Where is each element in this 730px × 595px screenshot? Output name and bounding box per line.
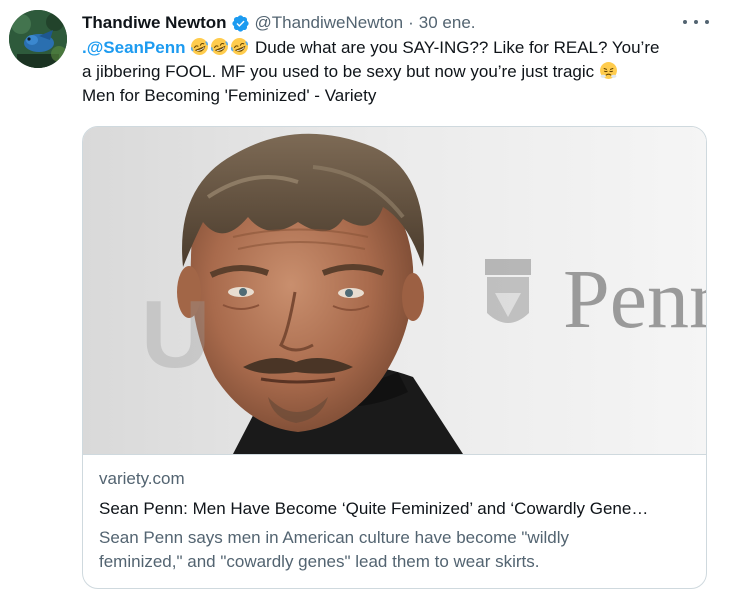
separator-dot: · (408, 13, 414, 32)
face-with-steam-from-nose-icon (599, 61, 618, 80)
verified-badge-icon (231, 14, 250, 33)
link-preview-card[interactable]: Penn U variety.com Sean Penn: Men Have B… (82, 126, 707, 589)
tweet[interactable]: Thandiwe Newton @ThandiweNewton · 30 ene… (0, 0, 730, 595)
card-image[interactable]: Penn U (83, 127, 706, 454)
rolling-on-floor-laughing-icon (210, 37, 229, 56)
tweet-text-line-3: Men for Becoming 'Feminized' - Variety (82, 86, 377, 105)
tweet-text: .@SeanPenn Dude what are you SAY-ING?? L… (82, 36, 712, 108)
card-description-line-2: feminized," and "cowardly genes" lead th… (99, 552, 540, 571)
avatar[interactable] (9, 10, 67, 68)
tweet-text-line-1: .@SeanPenn Dude what are you SAY-ING?? L… (82, 36, 712, 60)
tweet-text-line-2-content: a jibbering FOOL. MF you used to be sexy… (82, 62, 595, 81)
user-handle[interactable]: @ThandiweNewton (255, 13, 404, 33)
more-options-icon[interactable] (683, 12, 709, 32)
card-description-line-1: Sean Penn says men in American culture h… (99, 528, 569, 547)
card-description: Sean Penn says men in American culture h… (99, 526, 694, 574)
backdrop-partial-text: U (141, 281, 210, 388)
card-divider (83, 454, 706, 455)
rolling-on-floor-laughing-icon (190, 37, 209, 56)
backdrop-penn-text: Penn (563, 253, 706, 346)
card-domain: variety.com (99, 469, 185, 488)
tweet-header: Thandiwe Newton @ThandiweNewton · 30 ene… (82, 12, 476, 34)
rolling-on-floor-laughing-icon (230, 37, 249, 56)
avatar-image (9, 10, 67, 68)
tweet-text-line-2: a jibbering FOOL. MF you used to be sexy… (82, 60, 712, 84)
card-body[interactable]: variety.com Sean Penn: Men Have Become ‘… (99, 467, 694, 574)
mention-link[interactable]: .@SeanPenn (82, 38, 186, 57)
display-name[interactable]: Thandiwe Newton (82, 13, 227, 33)
card-title[interactable]: Sean Penn: Men Have Become ‘Quite Femini… (99, 497, 694, 521)
tweet-date[interactable]: 30 ene. (419, 13, 476, 33)
tweet-text-line-1-rest: Dude what are you SAY-ING?? Like for REA… (254, 38, 660, 57)
